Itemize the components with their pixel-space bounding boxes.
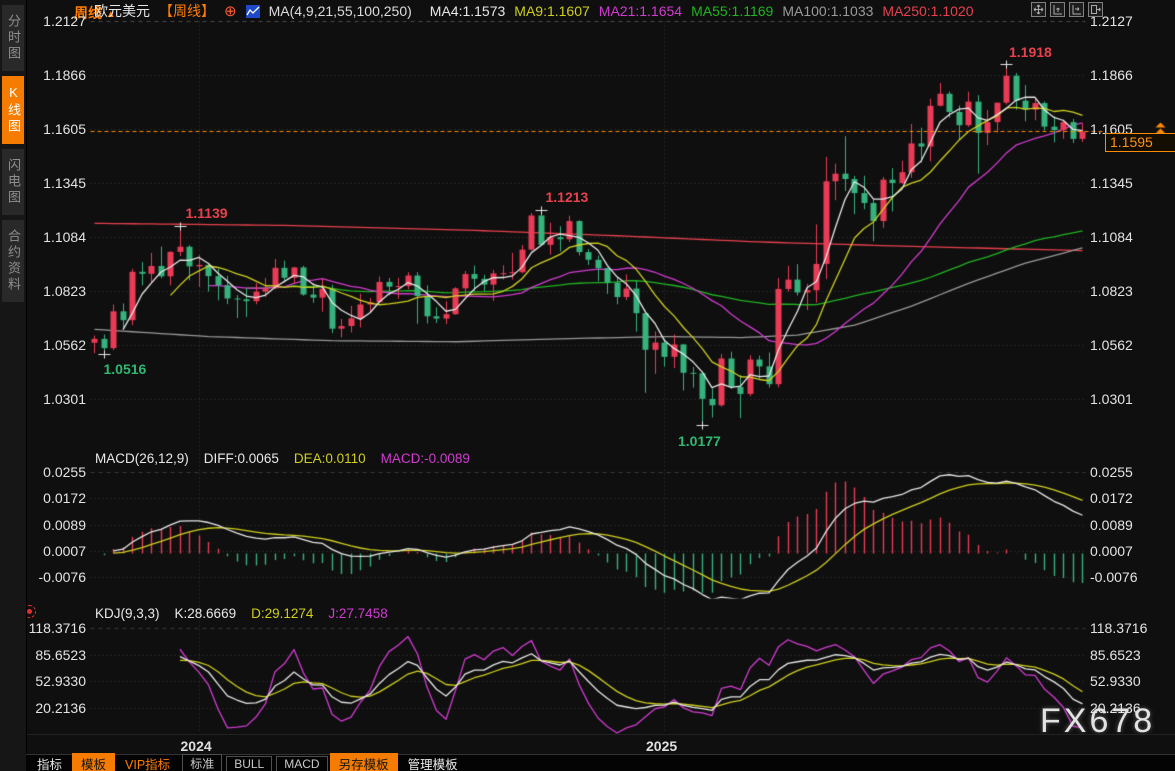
year-label: 2024 (181, 738, 212, 754)
axis-label: 52.9330 (1090, 673, 1141, 689)
axis-label: 1.1345 (1090, 175, 1133, 191)
tab-模板[interactable]: 模板 (72, 753, 115, 771)
axis-label: -0.0076 (1090, 569, 1137, 585)
macd-header: MACD(26,12,9) DIFF:0.0065 DEA:0.0110 MACD:… (95, 451, 485, 466)
axis-label: 1.1605 (28, 121, 86, 137)
symbol-title: 欧元美元 (94, 1, 150, 21)
indicator-tab-bar: 指标模板VIP指标标准 BULL MACD另存模板管理模板 (26, 754, 1175, 771)
tab-另存模板[interactable]: 另存模板 (330, 753, 398, 771)
time-axis-row: 2024 2025 (26, 734, 1175, 755)
axis-label: 0.0255 (28, 464, 86, 480)
chart-header: 欧元美元 【周线】 ⊕ MA(4,9,21,55,100,250) MA4:1.… (26, 0, 1175, 22)
indicator-value: K:28.6669 (175, 606, 237, 621)
price-annotation: 1.0177 (678, 433, 721, 449)
axis-label: 1.0823 (1090, 283, 1133, 299)
axis-label: 1.0562 (1090, 337, 1133, 353)
fit-vertical-icon[interactable] (1050, 2, 1065, 17)
axis-label: 1.1084 (28, 229, 86, 245)
kdj-title: KDJ(9,3,3) (95, 606, 160, 621)
axis-label: 20.2136 (1090, 700, 1141, 716)
kdj-values: K:28.6669 D:29.1274 J:27.7458 (175, 606, 403, 621)
ma-value: MA9:1.1607 (514, 3, 590, 19)
macd-values: DIFF:0.0065 DEA:0.0110 MACD:-0.0089 (204, 451, 485, 466)
axis-label: -0.0076 (28, 569, 86, 585)
price-annotation: 1.1918 (1009, 44, 1052, 60)
axis-label: 118.3716 (1090, 620, 1147, 636)
ma-value: MA55:1.1169 (691, 3, 773, 19)
year-label: 2025 (646, 738, 677, 754)
axis-label: 0.0007 (1090, 543, 1133, 559)
axis-label: 0.0089 (28, 517, 86, 533)
axis-label: 0.0172 (28, 490, 86, 506)
macd-title: MACD(26,12,9) (95, 451, 189, 466)
axis-label: 0.0089 (1090, 517, 1133, 533)
axis-label: 0.0007 (28, 543, 86, 559)
axis-label: 52.9330 (28, 673, 86, 689)
ma-value: MA4:1.1573 (430, 3, 506, 19)
ma-value: MA21:1.1654 (599, 3, 682, 19)
tab-MACD[interactable]: MACD (276, 756, 327, 771)
axis-label: 85.6523 (28, 647, 86, 663)
axis-label: 0.0172 (1090, 490, 1133, 506)
fit-horizontal-icon[interactable] (1069, 2, 1084, 17)
chart-style-icon[interactable] (246, 5, 260, 18)
axis-label: 1.0301 (1090, 391, 1133, 407)
axis-label: 1.0823 (28, 283, 86, 299)
indicator-value: D:29.1274 (251, 606, 313, 621)
sidebar-item[interactable]: 合约资料 (2, 220, 24, 302)
tab-VIP指标[interactable]: VIP指标 (116, 753, 179, 771)
indicator-value: DEA:0.0110 (294, 451, 366, 466)
axis-label: 118.3716 (28, 620, 86, 636)
timeframe-tag: 【周线】 (159, 1, 215, 21)
axis-label: 1.1084 (1090, 229, 1133, 245)
collapse-right-icon[interactable] (1088, 2, 1103, 17)
ma-values: MA4:1.1573 MA9:1.1607 MA21:1.1654 MA55:1.11… (421, 3, 974, 19)
ma-settings-label: MA(4,9,21,55,100,250) (269, 3, 412, 19)
indicator-value: DIFF:0.0065 (204, 451, 279, 466)
axis-label: 1.1866 (28, 67, 86, 83)
tab-管理模板[interactable]: 管理模板 (399, 753, 467, 771)
tab-标准[interactable]: 标准 (182, 754, 222, 771)
sidebar-item[interactable]: 分时图 (2, 5, 24, 71)
pan-icon[interactable] (1031, 2, 1046, 17)
ma-value: MA100:1.1033 (782, 3, 873, 19)
indicator-value: MACD:-0.0089 (381, 451, 470, 466)
axis-label: 0.0255 (1090, 464, 1133, 480)
chart-type-sidebar: 分时图 K线图闪电图合约资料 (0, 0, 27, 771)
sidebar-item[interactable]: K线图 (2, 76, 24, 144)
kdj-header: KDJ(9,3,3) K:28.6669 D:29.1274 J:27.7458 (95, 606, 403, 621)
tab-BULL[interactable]: BULL (226, 756, 272, 771)
ma-value: MA250:1.1020 (882, 3, 973, 19)
axis-label: 1.0301 (28, 391, 86, 407)
current-price-badge: 1.1595 (1105, 133, 1175, 152)
trading-app: 分时图 K线图闪电图合约资料 欧元美元 【周线】 ⊕ MA(4,9,21,55,1… (0, 0, 1175, 771)
price-annotation: 1.1139 (186, 205, 228, 221)
compare-add-icon[interactable]: ⊕ (224, 5, 237, 18)
tab-指标[interactable]: 指标 (28, 753, 71, 771)
axis-label: 1.1345 (28, 175, 86, 191)
axis-label: 85.6523 (1090, 647, 1141, 663)
indicator-value: J:27.7458 (328, 606, 387, 621)
axis-label: 20.2136 (28, 700, 86, 716)
price-annotation: 1.1213 (546, 189, 589, 205)
chart-toolbar (1031, 2, 1103, 17)
sidebar-item[interactable]: 闪电图 (2, 149, 24, 215)
price-annotation: 1.0516 (104, 361, 147, 377)
chart-canvas[interactable] (0, 0, 1175, 771)
axis-label: 1.0562 (28, 337, 86, 353)
axis-label: 1.1866 (1090, 67, 1133, 83)
